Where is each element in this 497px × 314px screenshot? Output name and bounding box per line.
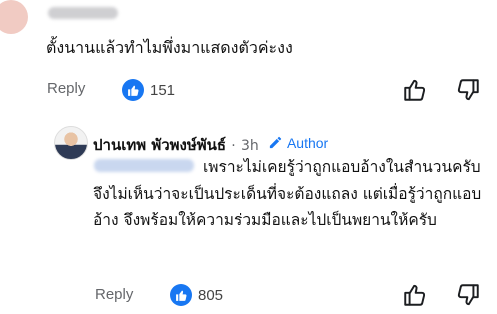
like-reaction-icon bbox=[122, 79, 144, 101]
reply-button-2[interactable]: Reply bbox=[95, 286, 133, 303]
thumbs-up-icon[interactable] bbox=[402, 77, 428, 103]
commenter-avatar[interactable] bbox=[0, 0, 28, 34]
thumbs-up-icon[interactable] bbox=[402, 282, 428, 308]
like-summary-2[interactable]: 805 bbox=[170, 284, 223, 306]
author-avatar[interactable] bbox=[54, 126, 88, 160]
author-badge-label: Author bbox=[286, 134, 329, 151]
thumbs-down-icon[interactable] bbox=[455, 282, 481, 308]
reply-text: เพราะไม่เคยรู้ว่าถูกแอบอ้างในสำนวนครับ จ… bbox=[93, 158, 482, 229]
author-badge: Author bbox=[268, 135, 328, 151]
separator-dot: · bbox=[231, 138, 236, 154]
like-summary[interactable]: 151 bbox=[122, 79, 175, 101]
commenter-name-redacted[interactable] bbox=[48, 7, 118, 19]
like-count-2: 805 bbox=[198, 286, 224, 304]
thumbs-down-icon[interactable] bbox=[455, 77, 481, 103]
reply-text-block: เพราะไม่เคยรู้ว่าถูกแอบอ้างในสำนวนครับ จ… bbox=[93, 154, 488, 234]
reply-button[interactable]: Reply bbox=[47, 80, 85, 97]
comment-text: ตั้งนานแล้วทำไมพึ่งมาแสดงตัวค่ะงง bbox=[46, 38, 293, 57]
timestamp[interactable]: 3h bbox=[241, 138, 259, 154]
author-name[interactable]: ปานเทพ พัวพงษ์พันธ์ bbox=[93, 136, 226, 154]
pencil-icon bbox=[269, 136, 282, 149]
like-count: 151 bbox=[150, 81, 176, 99]
like-reaction-icon bbox=[170, 284, 192, 306]
